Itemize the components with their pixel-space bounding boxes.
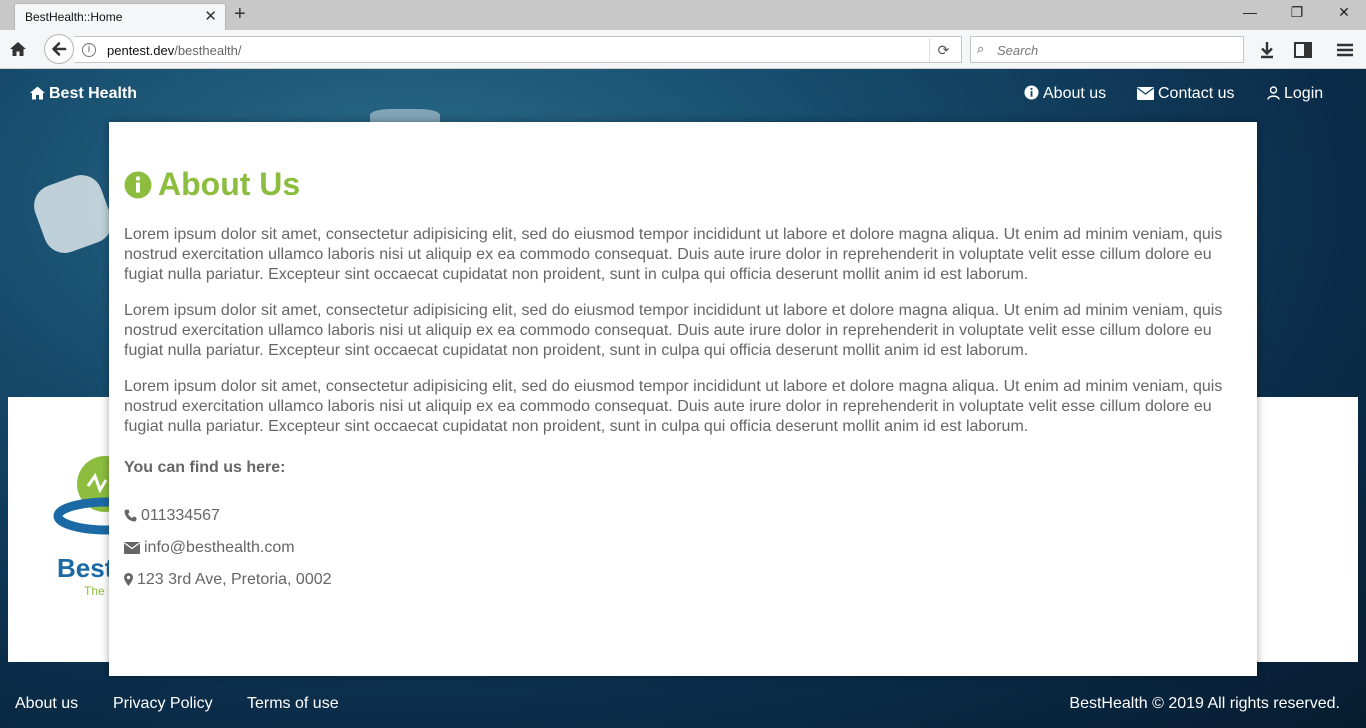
site-navbar: Best Health About us Contact us Login bbox=[0, 69, 1366, 121]
nav-about-link[interactable]: About us bbox=[1024, 85, 1106, 103]
nav-login-label: Login bbox=[1284, 85, 1324, 102]
browser-tab-strip: BestHealth::Home ✕ + — ❐ ✕ bbox=[0, 0, 1366, 30]
menu-icon[interactable] bbox=[1334, 39, 1356, 61]
brand-link[interactable]: Best Health bbox=[30, 85, 137, 103]
about-heading-text: About Us bbox=[158, 166, 301, 202]
window-close-button[interactable]: ✕ bbox=[1334, 4, 1354, 21]
url-text[interactable]: pentest.dev/besthealth/ bbox=[107, 43, 241, 58]
nav-login-link[interactable]: Login bbox=[1267, 85, 1323, 103]
back-button[interactable] bbox=[44, 34, 74, 64]
contact-email: info@besthealth.com bbox=[124, 539, 295, 557]
about-paragraph: Lorem ipsum dolor sit amet, consectetur … bbox=[124, 302, 1223, 359]
phone-icon bbox=[124, 509, 137, 522]
new-tab-button[interactable]: + bbox=[234, 3, 246, 26]
brand-label: Best Health bbox=[49, 85, 138, 102]
about-paragraph: Lorem ipsum dolor sit amet, consectetur … bbox=[124, 226, 1223, 283]
footer-privacy-link[interactable]: Privacy Policy bbox=[113, 695, 213, 713]
user-icon bbox=[1267, 86, 1280, 100]
nav-about-label: About us bbox=[1043, 85, 1107, 102]
url-bar[interactable]: i pentest.dev/besthealth/ ⟳ bbox=[74, 36, 962, 63]
minimize-button[interactable]: — bbox=[1240, 4, 1260, 20]
email-address: info@besthealth.com bbox=[144, 539, 295, 556]
find-us-label: You can find us here: bbox=[124, 459, 286, 476]
contact-phone: 011334567 bbox=[124, 507, 220, 525]
info-circle-icon bbox=[124, 171, 152, 199]
envelope-icon bbox=[1137, 87, 1154, 100]
street-address: 123 3rd Ave, Pretoria, 0002 bbox=[137, 571, 332, 588]
restore-button[interactable]: ❐ bbox=[1287, 4, 1307, 21]
site-info-icon[interactable]: i bbox=[82, 43, 96, 57]
besthealth-logo: Best The bbox=[53, 456, 110, 598]
background-photo-shape bbox=[28, 169, 118, 259]
nav-contact-link[interactable]: Contact us bbox=[1137, 85, 1234, 103]
phone-number: 011334567 bbox=[141, 507, 220, 524]
home-icon bbox=[30, 86, 45, 100]
map-marker-icon bbox=[124, 573, 133, 586]
about-paragraph: Lorem ipsum dolor sit amet, consectetur … bbox=[124, 378, 1223, 435]
web-page: Best Health About us Contact us Login Be… bbox=[0, 69, 1366, 728]
tab-title: BestHealth::Home bbox=[25, 10, 123, 24]
tab-close-icon[interactable]: ✕ bbox=[204, 7, 217, 25]
footer-copyright: BestHealth © 2019 All rights reserved. bbox=[1069, 695, 1340, 712]
search-bar[interactable]: ⌕ Search bbox=[970, 36, 1244, 63]
home-icon[interactable] bbox=[8, 39, 28, 59]
footer-about-link[interactable]: About us bbox=[15, 695, 78, 713]
url-host: pentest.dev bbox=[107, 43, 175, 58]
url-path: /besthealth/ bbox=[174, 43, 242, 58]
search-icon: ⌕ bbox=[977, 41, 985, 56]
search-input[interactable]: Search bbox=[997, 43, 1038, 58]
about-card: About Us Lorem ipsum dolor sit amet, con… bbox=[109, 122, 1257, 676]
back-arrow-icon bbox=[52, 42, 67, 56]
sidebar-toggle-icon[interactable] bbox=[1292, 39, 1314, 61]
svg-text:The: The bbox=[84, 584, 105, 598]
browser-tab[interactable]: BestHealth::Home ✕ bbox=[14, 3, 226, 30]
footer-terms-link[interactable]: Terms of use bbox=[247, 695, 339, 713]
browser-toolbar: i pentest.dev/besthealth/ ⟳ ⌕ Search bbox=[0, 30, 1366, 69]
svg-text:Best: Best bbox=[57, 553, 110, 583]
info-circle-icon bbox=[1024, 85, 1039, 100]
nav-contact-label: Contact us bbox=[1158, 85, 1235, 102]
download-icon[interactable] bbox=[1256, 39, 1278, 61]
reload-icon[interactable]: ⟳ bbox=[929, 38, 957, 62]
about-heading: About Us bbox=[124, 166, 300, 203]
envelope-icon bbox=[124, 542, 140, 554]
contact-address: 123 3rd Ave, Pretoria, 0002 bbox=[124, 571, 332, 589]
